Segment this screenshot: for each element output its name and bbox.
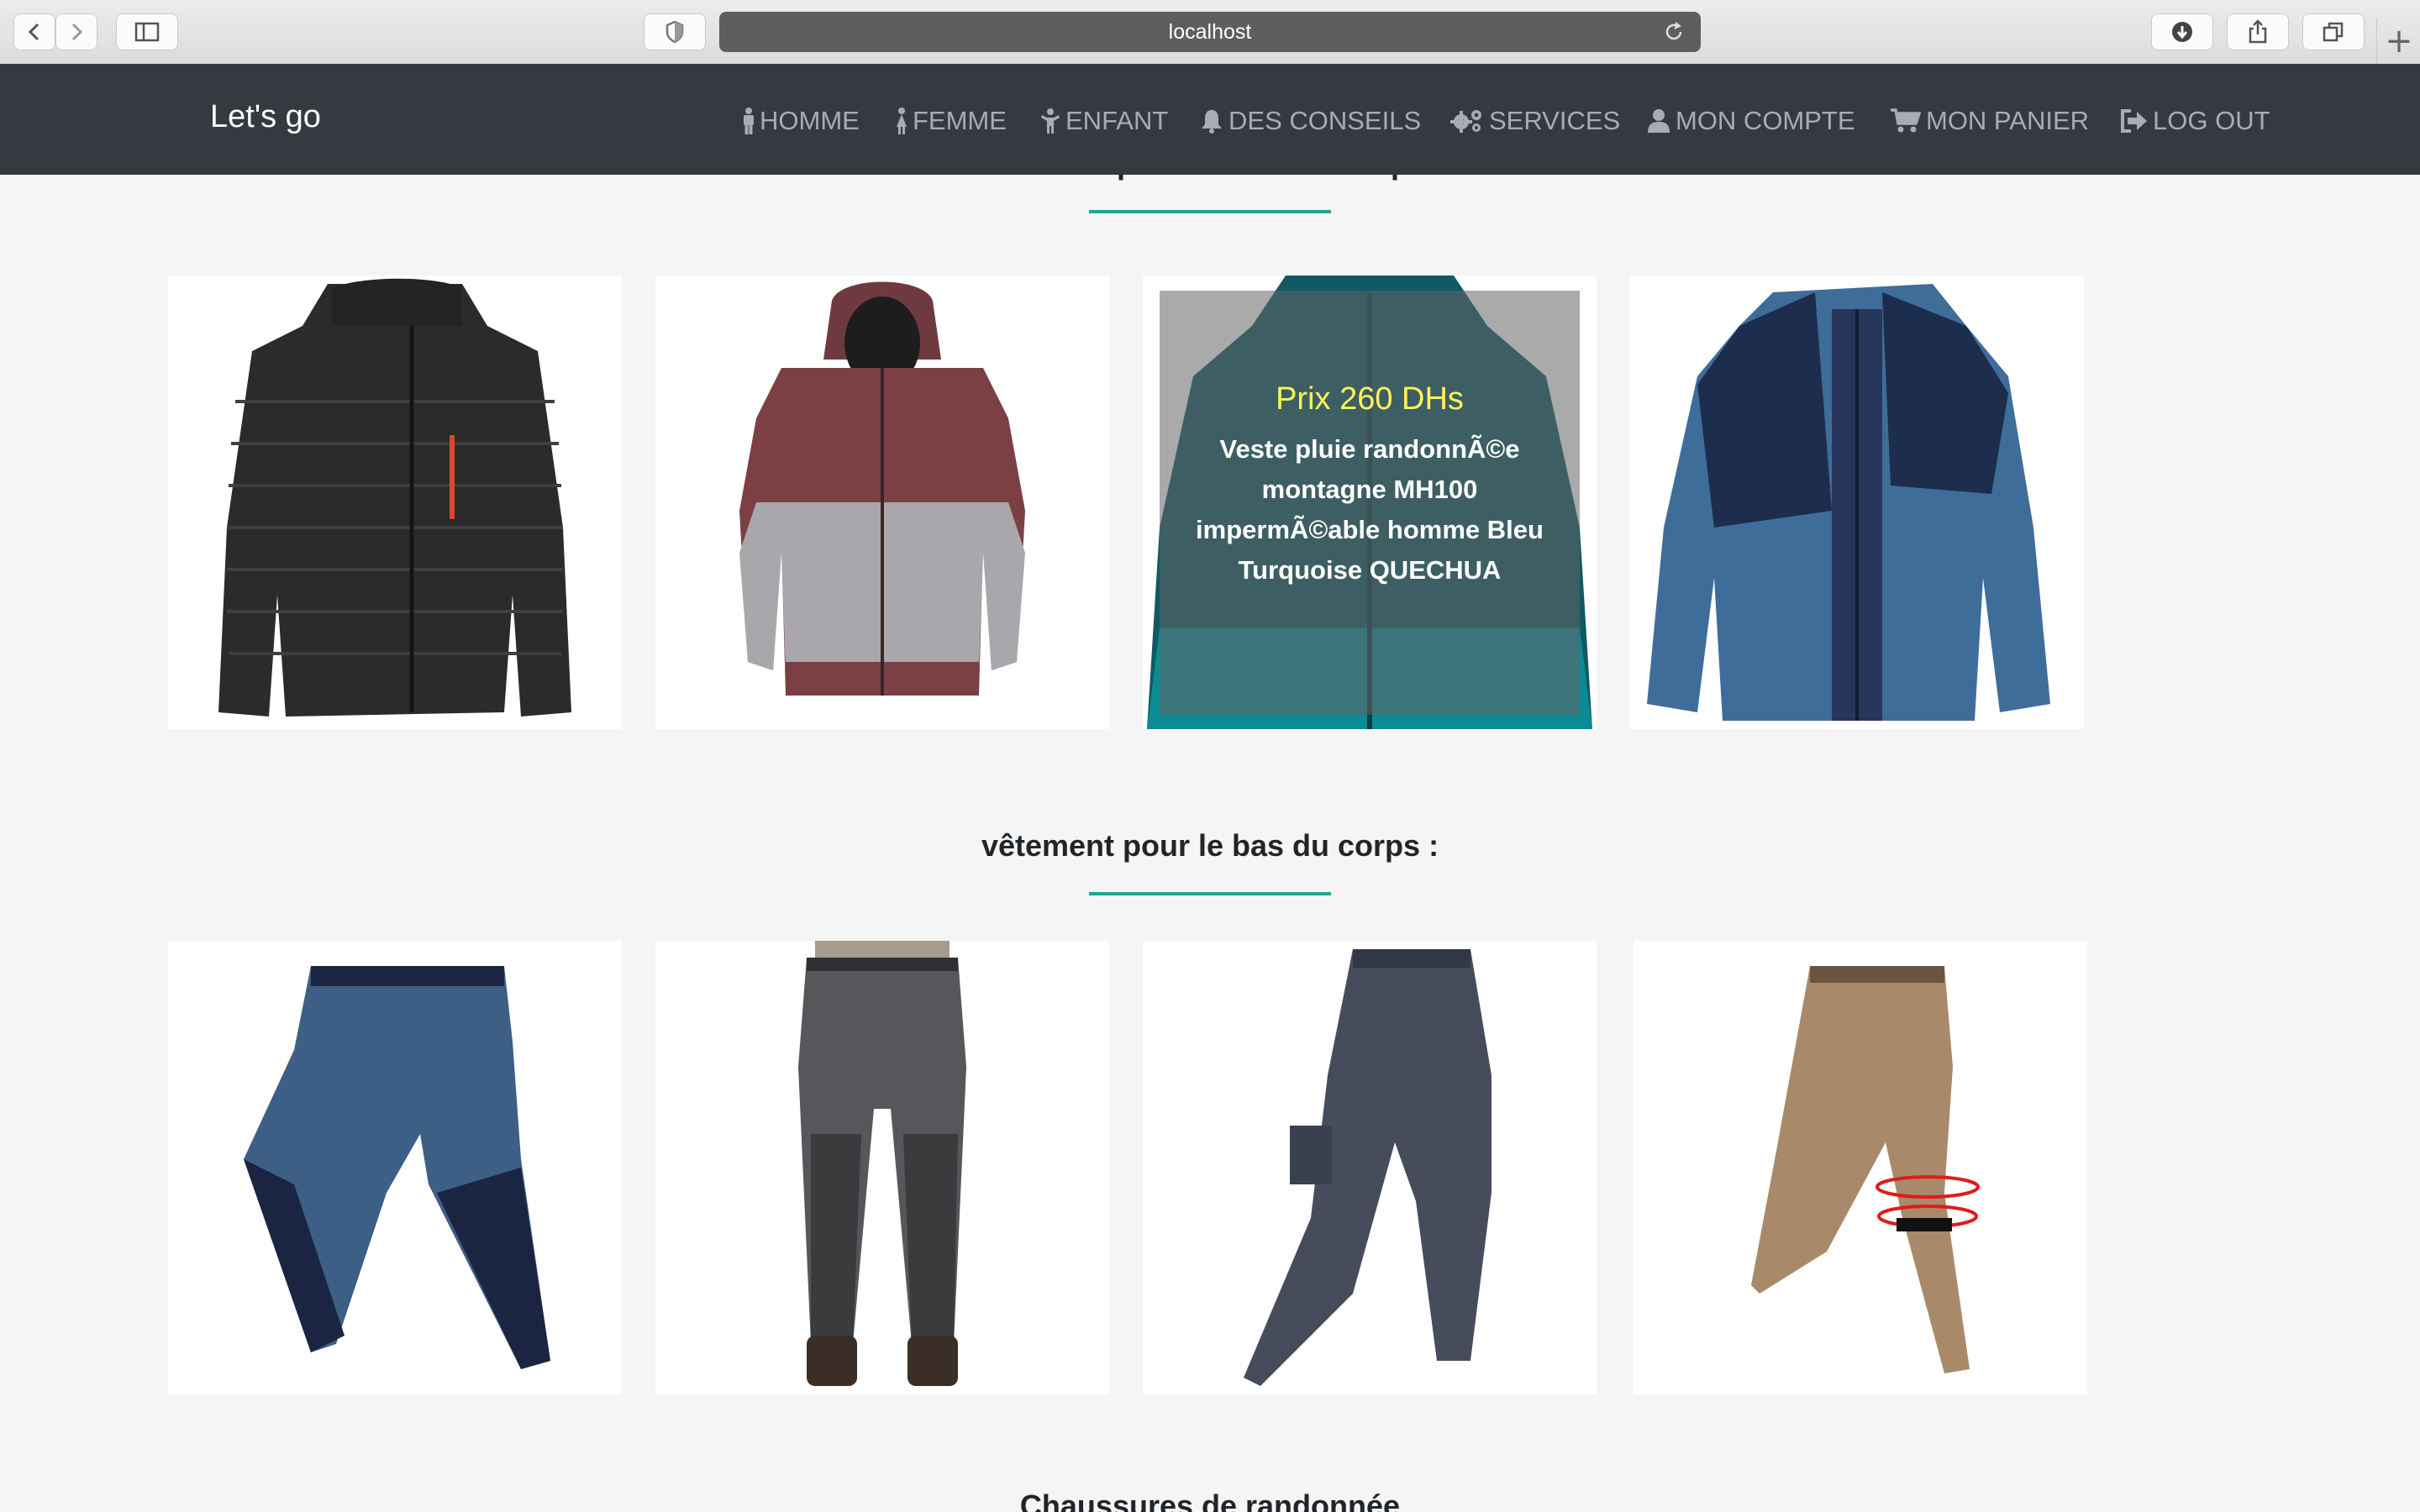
nav-mon-panier[interactable]: MON PANIER bbox=[1891, 106, 2089, 136]
download-icon bbox=[2172, 22, 2192, 42]
product-image bbox=[1751, 966, 1980, 1373]
male-icon bbox=[744, 108, 754, 134]
nav-label: ENFANT bbox=[1065, 106, 1169, 135]
nav-services[interactable]: SERVICES bbox=[1450, 106, 1620, 136]
product-hover-overlay: Prix 260 DHs Veste pluie randonnÃ©e mont… bbox=[1160, 291, 1580, 715]
bell-icon bbox=[1202, 110, 1222, 134]
shield-icon bbox=[666, 20, 684, 44]
product-image bbox=[244, 966, 550, 1369]
downloads-button[interactable] bbox=[2151, 13, 2213, 50]
female-icon bbox=[897, 108, 907, 134]
nav-log-out[interactable]: LOG OUT bbox=[2119, 106, 2270, 136]
nav-label: FEMME bbox=[913, 106, 1007, 135]
product-image bbox=[739, 281, 1025, 696]
gears-icon bbox=[1450, 110, 1481, 133]
reload-icon[interactable] bbox=[1662, 20, 1686, 44]
nav-enfant[interactable]: ENFANT bbox=[1040, 106, 1168, 136]
new-tab-button[interactable]: + bbox=[2376, 18, 2420, 64]
tabs-icon bbox=[2323, 22, 2344, 42]
browser-toolbar: localhost + bbox=[0, 0, 2420, 65]
child-icon bbox=[1041, 108, 1060, 134]
product-card[interactable] bbox=[655, 276, 1109, 729]
product-image bbox=[798, 941, 966, 1386]
product-card[interactable] bbox=[1634, 941, 2087, 1394]
nav-label: MON PANIER bbox=[1926, 106, 2090, 135]
nav-label: HOMME bbox=[760, 106, 860, 135]
nav-label: DES CONSEILS bbox=[1228, 106, 1422, 135]
product-name: Veste pluie randonnÃ©e montagne MH100 im… bbox=[1196, 434, 1544, 585]
section-title-shoes: Chaussures de randonnée bbox=[1019, 1488, 1401, 1512]
nav-femme[interactable]: FEMME bbox=[896, 106, 1007, 136]
section-underline bbox=[1089, 210, 1331, 213]
nav-mon-compte[interactable]: MON COMPTE bbox=[1647, 106, 1855, 136]
sign-out-icon bbox=[2121, 109, 2147, 133]
cart-icon bbox=[1891, 108, 1921, 133]
nav-label: SERVICES bbox=[1489, 106, 1621, 135]
product-card[interactable] bbox=[168, 276, 622, 729]
brand-logo[interactable]: Let's go bbox=[210, 99, 321, 135]
product-card[interactable] bbox=[1630, 276, 2084, 729]
chevron-right-icon bbox=[71, 23, 83, 41]
privacy-report-button[interactable] bbox=[644, 13, 706, 50]
section-title-bottom: vêtement pour le bas du corps : bbox=[981, 828, 1439, 863]
forward-button[interactable] bbox=[55, 13, 97, 50]
product-image bbox=[1647, 284, 2050, 721]
product-price: Prix 260 DHs bbox=[1276, 381, 1464, 417]
page-content: vêtement pour le haut du corps : bbox=[0, 175, 2420, 1512]
nav-label: LOG OUT bbox=[2153, 106, 2270, 135]
product-image bbox=[1244, 949, 1491, 1386]
product-card[interactable] bbox=[168, 941, 622, 1394]
section-underline bbox=[1089, 892, 1331, 895]
product-card-highlighted[interactable]: Prix 260 DHs Veste pluie randonnÃ©e mont… bbox=[1143, 276, 1597, 729]
sidebar-icon bbox=[134, 22, 160, 42]
sidebar-toggle-button[interactable] bbox=[116, 13, 178, 50]
section-title-top: vêtement pour le haut du corps : bbox=[0, 175, 2420, 181]
user-icon bbox=[1648, 109, 1670, 133]
tab-overview-button[interactable] bbox=[2302, 13, 2365, 50]
product-card[interactable] bbox=[1143, 941, 1597, 1394]
nav-des-conseils[interactable]: DES CONSEILS bbox=[1200, 106, 1421, 136]
share-button[interactable] bbox=[2227, 13, 2289, 50]
product-card[interactable] bbox=[655, 941, 1109, 1394]
product-image bbox=[218, 278, 571, 717]
chevron-left-icon bbox=[28, 23, 39, 41]
back-button[interactable] bbox=[13, 13, 55, 50]
share-icon bbox=[2249, 19, 2267, 44]
url-text: localhost bbox=[1168, 19, 1252, 44]
nav-homme[interactable]: HOMME bbox=[743, 106, 860, 136]
nav-label: MON COMPTE bbox=[1676, 106, 1855, 135]
site-navbar: Let's go HOMME FEMME ENFANT DES CONSEILS… bbox=[0, 64, 2420, 175]
address-bar[interactable]: localhost bbox=[719, 12, 1701, 52]
